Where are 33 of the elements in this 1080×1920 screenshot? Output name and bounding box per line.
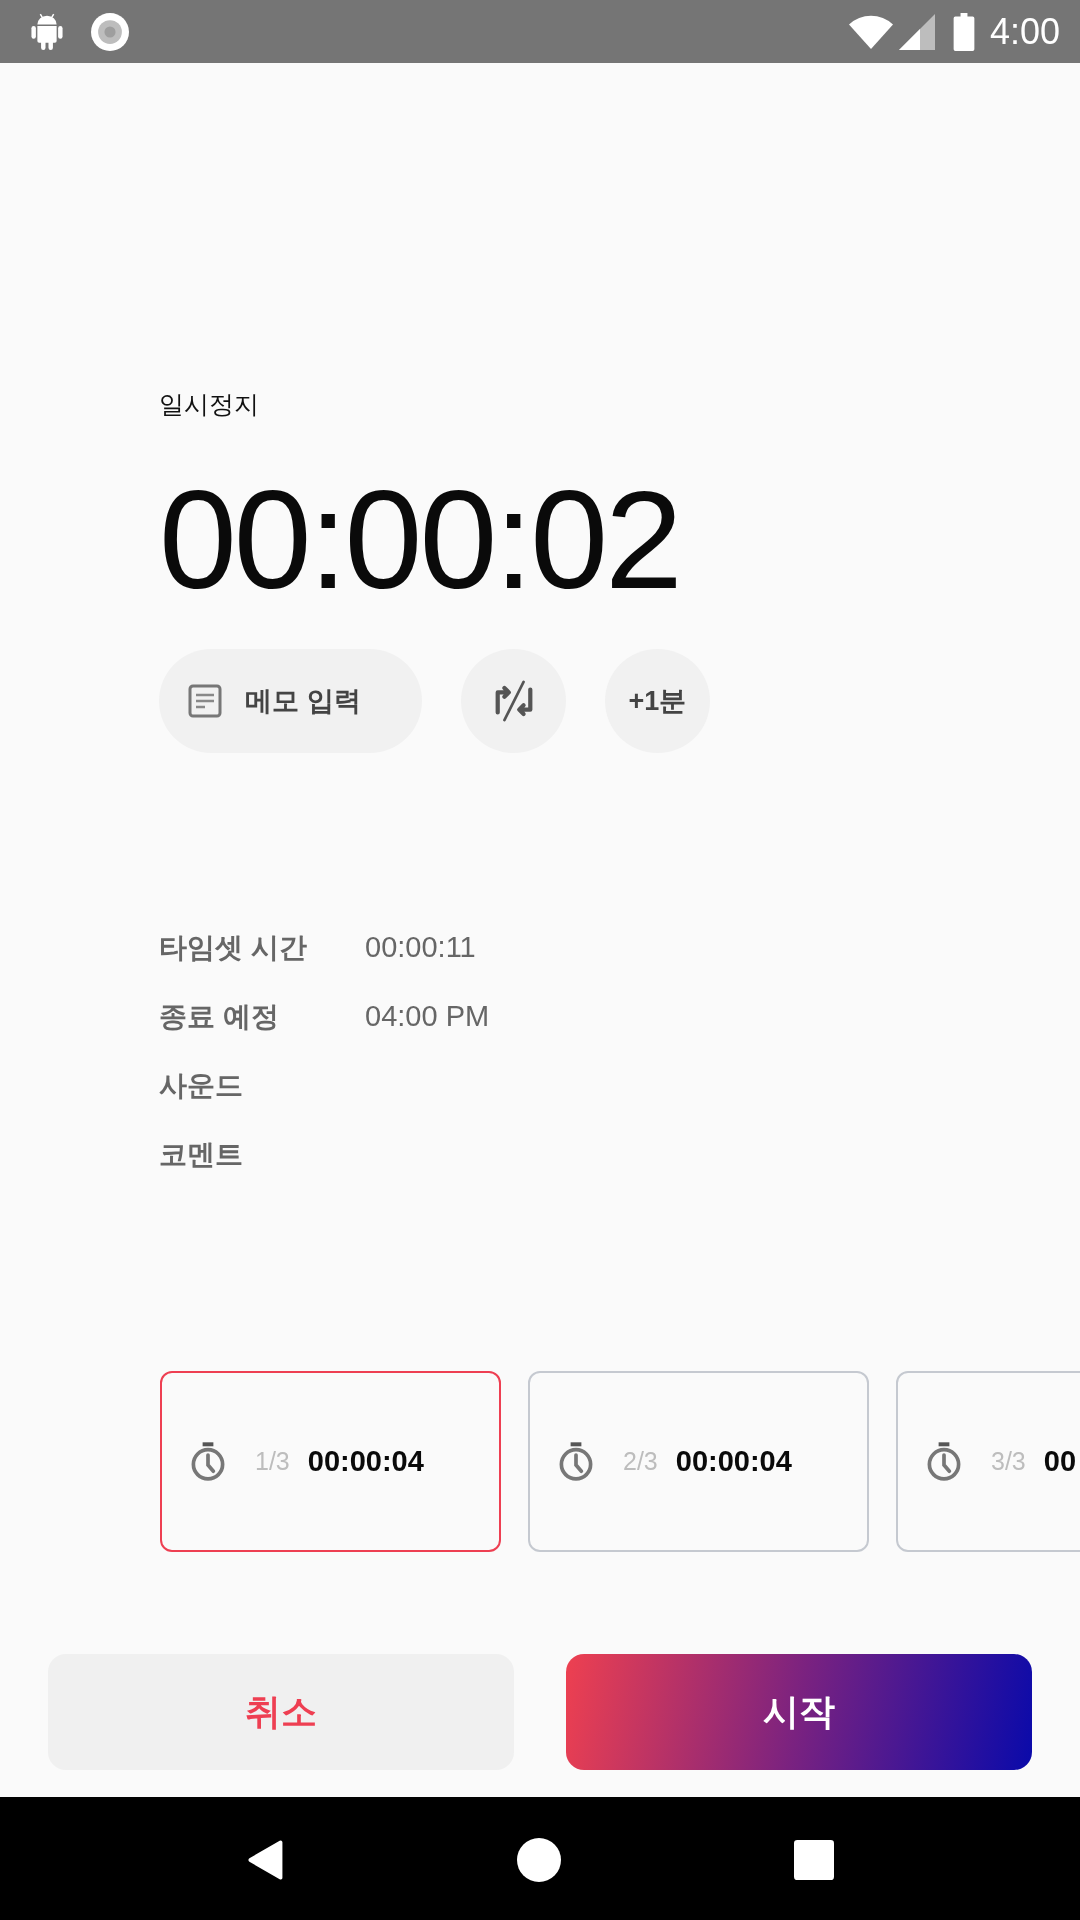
ring-icon — [91, 12, 129, 51]
detail-label: 타임셋 시간 — [159, 930, 308, 965]
note-icon — [187, 683, 223, 719]
wifi-icon — [848, 14, 893, 49]
add-minute-button[interactable]: +1분 — [605, 649, 710, 753]
timeset-duration: 00:00:04 — [307, 1445, 424, 1478]
timeset-card[interactable]: 1/3 00:00:04 — [160, 1371, 501, 1552]
timeset-position: 3/3 — [991, 1447, 1026, 1476]
stopwatch-icon — [557, 1441, 595, 1482]
detail-value: 00:00:11 — [365, 931, 476, 964]
stopwatch-icon — [189, 1441, 227, 1482]
memo-button[interactable]: 메모 입력 — [159, 649, 422, 753]
status-time: 4:00 — [989, 13, 1060, 50]
timeset-duration: 00:00:04 — [675, 1445, 792, 1478]
detail-value: 04:00 PM — [365, 1000, 490, 1033]
stopwatch-icon — [925, 1441, 963, 1482]
elapsed-time: 00:00:02 — [159, 470, 680, 610]
back-icon[interactable] — [246, 1838, 285, 1882]
recents-icon[interactable] — [793, 1840, 834, 1880]
detail-label: 사운드 — [159, 1068, 244, 1103]
detail-label: 종료 예정 — [159, 999, 280, 1034]
timeset-position: 1/3 — [255, 1447, 290, 1476]
timeset-card[interactable]: 2/3 00:00:04 — [528, 1371, 869, 1552]
timeset-position: 2/3 — [623, 1447, 658, 1476]
start-button[interactable]: 시작 — [566, 1654, 1032, 1770]
timeset-card[interactable]: 3/3 00 — [896, 1371, 1080, 1552]
battery-icon — [952, 12, 975, 51]
detail-label: 코멘트 — [159, 1137, 244, 1172]
home-icon[interactable] — [517, 1838, 561, 1882]
timeset-duration: 00 — [1043, 1445, 1077, 1478]
android-icon — [29, 11, 65, 52]
timer-state: 일시정지 — [159, 389, 259, 419]
signal-icon — [898, 13, 935, 50]
